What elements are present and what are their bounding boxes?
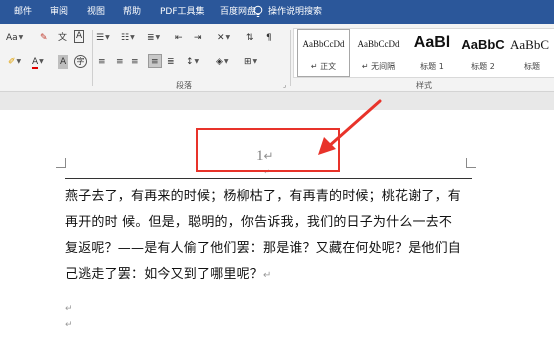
ribbon-separator xyxy=(290,30,291,86)
body-paragraph[interactable]: 燕子去了，有再来的时候；杨柳枯了，有再青的时候；桃花谢了，有 再开的时 候。但是… xyxy=(65,184,475,288)
change-case-button[interactable]: Aa▼ xyxy=(6,31,23,45)
document-background xyxy=(0,92,554,110)
show-marks-icon[interactable]: ¶ xyxy=(266,31,272,45)
style-name: ↵ 无间隔 xyxy=(361,62,396,71)
menu-view[interactable]: 视图 xyxy=(87,0,105,24)
styles-gallery: AaBbCcDd ↵ 正文 AaBbCcDd ↵ 无间隔 AaBl 标题 1 A… xyxy=(293,28,554,78)
style-no-spacing[interactable]: AaBbCcDd ↵ 无间隔 xyxy=(352,29,405,77)
paragraph-group-label: 段落 xyxy=(176,81,192,90)
ribbon: Aa▼ ✎ 文 A ✐▼ A▼ A 字 ☰▼ ☷▼ ≣▼ ⇤ ⇥ ✕▼ ⇅ ¶ … xyxy=(0,24,554,92)
justify-icon[interactable]: ≡ xyxy=(148,54,162,68)
align-left-icon[interactable]: ≡ xyxy=(98,55,106,69)
char-shading-button[interactable]: A xyxy=(58,55,69,69)
ribbon-separator xyxy=(92,30,93,86)
style-heading-2[interactable]: AaBbC 标题 2 xyxy=(458,29,508,77)
bullets-icon[interactable]: ☰▼ xyxy=(96,31,110,45)
paragraph-line-text: 己逃走了罢：如今又到了哪里呢？ xyxy=(65,267,264,282)
menu-mailings[interactable]: 邮件 xyxy=(14,0,32,24)
style-normal[interactable]: AaBbCcDd ↵ 正文 xyxy=(297,29,350,77)
menu-baidu-netdisk[interactable]: 百度网盘 xyxy=(220,0,256,24)
shading-icon[interactable]: ◈▼ xyxy=(216,55,229,69)
menu-review[interactable]: 审阅 xyxy=(50,0,68,24)
tell-me-search[interactable]: 操作说明搜索 xyxy=(268,0,322,24)
enclose-characters-button[interactable]: 字 xyxy=(74,55,87,68)
style-name: 标题 2 xyxy=(471,62,495,71)
style-preview: AaBbC xyxy=(510,37,549,52)
style-title[interactable]: AaBbC 标题 xyxy=(509,29,554,77)
phonetic-guide-button[interactable]: 文 xyxy=(58,31,67,45)
line-spacing-icon[interactable]: ↕▼ xyxy=(186,55,199,69)
distributed-icon[interactable]: ≣ xyxy=(167,55,175,69)
style-preview: AaBbCcDd xyxy=(357,39,400,49)
empty-paragraph-mark: ↵ xyxy=(65,320,73,330)
style-heading-1[interactable]: AaBl 标题 1 xyxy=(407,29,457,77)
highlight-color-icon[interactable]: ✐▼ xyxy=(8,55,21,69)
font-color-button[interactable]: A▼ xyxy=(32,55,44,69)
decrease-indent-icon[interactable]: ⇤ xyxy=(175,31,183,45)
styles-group-label: 样式 xyxy=(416,81,432,90)
style-preview: AaBbCcDd xyxy=(302,39,345,49)
paragraph-line: 己逃走了罢：如今又到了哪里呢？↵ xyxy=(65,262,475,288)
sort-icon[interactable]: ⇅ xyxy=(246,31,254,45)
page-corner-mark xyxy=(56,158,66,168)
char-border-button[interactable]: A xyxy=(74,30,85,43)
increase-indent-icon[interactable]: ⇥ xyxy=(194,31,202,45)
annotation-arrow-icon xyxy=(318,99,382,155)
multilevel-list-icon[interactable]: ≣▼ xyxy=(147,31,160,45)
style-name: ↵ 正文 xyxy=(310,62,337,71)
paragraph-line: 复返呢？——是有人偷了他们罢：那是谁？又藏在何处呢？是他们自 xyxy=(65,241,462,256)
paragraph-line: 再开的时 候。但是，聪明的，你告诉我，我们的日子为什么一去不 xyxy=(65,215,453,230)
clear-formatting-icon[interactable]: ✎ xyxy=(40,31,48,45)
page-corner-mark xyxy=(466,158,476,168)
chinese-layout-icon[interactable]: ✕▼ xyxy=(217,31,230,45)
menu-help[interactable]: 帮助 xyxy=(123,0,141,24)
menu-bar: 邮件 审阅 视图 帮助 PDF工具集 百度网盘 操作说明搜索 xyxy=(0,0,554,24)
borders-icon[interactable]: ⊞▼ xyxy=(244,55,257,69)
align-center-icon[interactable]: ≡ xyxy=(116,55,124,69)
style-name: 标题 1 xyxy=(420,62,444,71)
style-name: 标题 xyxy=(524,62,540,71)
header-border-line xyxy=(65,178,472,179)
style-preview: AaBl xyxy=(413,34,451,51)
align-right-icon[interactable]: ≡ xyxy=(131,55,139,69)
lightbulb-icon xyxy=(253,5,263,17)
style-preview: AaBbC xyxy=(461,37,505,52)
empty-paragraph-mark: ↵ xyxy=(65,304,73,314)
numbering-icon[interactable]: ☷▼ xyxy=(121,31,135,45)
paragraph-mark: ↵ xyxy=(263,270,272,281)
paragraph-line: 燕子去了，有再来的时候；杨柳枯了，有再青的时候；桃花谢了，有 xyxy=(65,189,462,204)
menu-pdf-tools[interactable]: PDF工具集 xyxy=(160,0,205,24)
